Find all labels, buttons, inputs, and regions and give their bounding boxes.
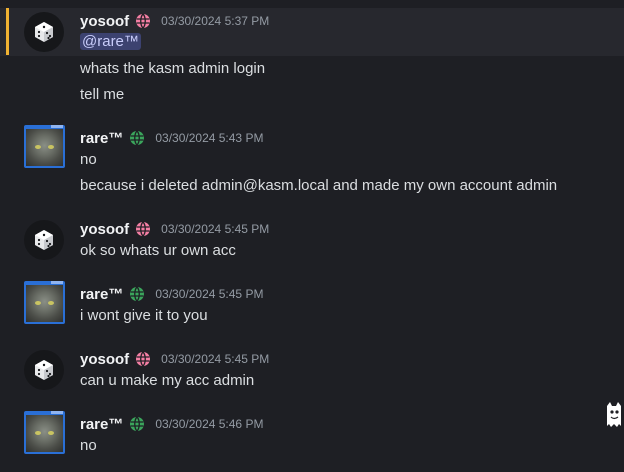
avatar-tag xyxy=(51,281,63,284)
globe-icon[interactable] xyxy=(135,221,151,237)
globe-icon[interactable] xyxy=(129,130,145,146)
dice-icon xyxy=(35,22,53,42)
username[interactable]: yosoof xyxy=(80,221,129,238)
timestamp[interactable]: 03/30/2024 5:46 PM xyxy=(155,417,263,431)
cat-icon xyxy=(26,129,63,166)
avatar-tag xyxy=(51,411,63,414)
chat-message-list: yosoof 03/30/2024 5:37 PM @rare™ whats t… xyxy=(0,0,624,472)
avatar[interactable] xyxy=(24,411,65,454)
message-header: rare™ 03/30/2024 5:43 PM xyxy=(80,128,263,148)
avatar[interactable] xyxy=(24,125,65,168)
timestamp[interactable]: 03/30/2024 5:37 PM xyxy=(161,14,269,28)
message-header: rare™ 03/30/2024 5:45 PM xyxy=(80,284,263,304)
dice-icon xyxy=(35,360,53,380)
message-header: yosoof 03/30/2024 5:45 PM xyxy=(80,219,269,239)
cat-icon xyxy=(26,415,63,452)
username[interactable]: yosoof xyxy=(80,13,129,30)
timestamp[interactable]: 03/30/2024 5:43 PM xyxy=(155,131,263,145)
username[interactable]: rare™ xyxy=(80,286,123,303)
avatar[interactable] xyxy=(24,12,64,52)
message-header: yosoof 03/30/2024 5:45 PM xyxy=(80,349,269,369)
message-text: no xyxy=(80,151,97,168)
ghost-icon xyxy=(607,402,621,427)
globe-icon[interactable] xyxy=(135,13,151,29)
globe-icon[interactable] xyxy=(135,351,151,367)
dice-icon xyxy=(35,230,53,250)
username[interactable]: yosoof xyxy=(80,351,129,368)
mention-highlight-bar xyxy=(6,8,9,55)
timestamp[interactable]: 03/30/2024 5:45 PM xyxy=(161,222,269,236)
globe-icon[interactable] xyxy=(129,416,145,432)
globe-icon[interactable] xyxy=(129,286,145,302)
cat-icon xyxy=(26,285,63,322)
message-text: tell me xyxy=(80,86,125,103)
timestamp[interactable]: 03/30/2024 5:45 PM xyxy=(155,287,263,301)
message-text: can u make my acc admin xyxy=(80,372,255,389)
avatar-tag xyxy=(51,125,63,128)
message-text: whats the kasm admin login xyxy=(80,60,266,77)
message-header: yosoof 03/30/2024 5:37 PM xyxy=(80,11,269,31)
message-text: no xyxy=(80,437,97,454)
avatar[interactable] xyxy=(24,350,64,390)
message-text: i wont give it to you xyxy=(80,307,208,324)
message-text: because i deleted admin@kasm.local and m… xyxy=(80,177,558,194)
user-mention[interactable]: @rare™ xyxy=(80,33,141,50)
avatar[interactable] xyxy=(24,220,64,260)
timestamp[interactable]: 03/30/2024 5:45 PM xyxy=(161,352,269,366)
username[interactable]: rare™ xyxy=(80,130,123,147)
avatar[interactable] xyxy=(24,281,65,324)
message-header: rare™ 03/30/2024 5:46 PM xyxy=(80,414,263,434)
username[interactable]: rare™ xyxy=(80,416,123,433)
message-text: @rare™ xyxy=(80,33,141,50)
message-text: ok so whats ur own acc xyxy=(80,242,236,259)
